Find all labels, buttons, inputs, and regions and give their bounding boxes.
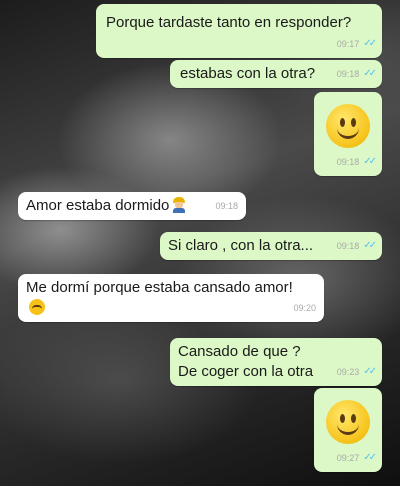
message-incoming[interactable]: Amor estaba dormido 09:18 — [18, 192, 246, 220]
read-ticks-icon: ✓✓ — [363, 68, 377, 79]
read-ticks-icon: ✓✓ — [363, 38, 377, 49]
message-outgoing-emoji[interactable]: 09:18 ✓✓ — [314, 92, 382, 176]
message-outgoing[interactable]: Si claro , con la otra... 09:18 ✓✓ — [160, 232, 382, 260]
message-time: 09:18 — [336, 69, 360, 79]
unamused-face-icon — [29, 299, 45, 315]
message-text: Porque tardaste tanto en responder? — [106, 14, 352, 31]
message-text: Me dormí porque estaba cansado amor! — [26, 279, 293, 296]
read-ticks-icon: ✓✓ — [363, 452, 377, 463]
read-ticks-icon: ✓✓ — [363, 240, 377, 251]
message-time: 09:18 — [336, 241, 360, 251]
message-time: 09:18 — [336, 157, 360, 167]
message-incoming[interactable]: Me dormí porque estaba cansado amor! 09:… — [18, 274, 324, 322]
read-ticks-icon: ✓✓ — [363, 366, 377, 377]
message-outgoing[interactable]: estabas con la otra? 09:18 ✓✓ — [170, 60, 382, 88]
message-time: 09:23 — [336, 367, 360, 377]
read-ticks-icon: ✓✓ — [363, 156, 377, 167]
message-text: Amor estaba dormido — [26, 197, 170, 214]
message-time: 09:27 — [336, 453, 360, 463]
slightly-smiling-face-icon — [326, 400, 370, 444]
slightly-smiling-face-icon — [326, 104, 370, 148]
message-outgoing-emoji[interactable]: 09:27 ✓✓ — [314, 388, 382, 472]
message-outgoing[interactable]: Porque tardaste tanto en responder? 09:1… — [96, 4, 382, 58]
message-time: 09:20 — [293, 303, 316, 313]
message-time: 09:17 — [336, 39, 360, 49]
construction-worker-icon — [172, 197, 186, 213]
message-outgoing[interactable]: Cansado de que ? De coger con la otra 09… — [170, 338, 382, 386]
message-time: 09:18 — [215, 201, 238, 211]
